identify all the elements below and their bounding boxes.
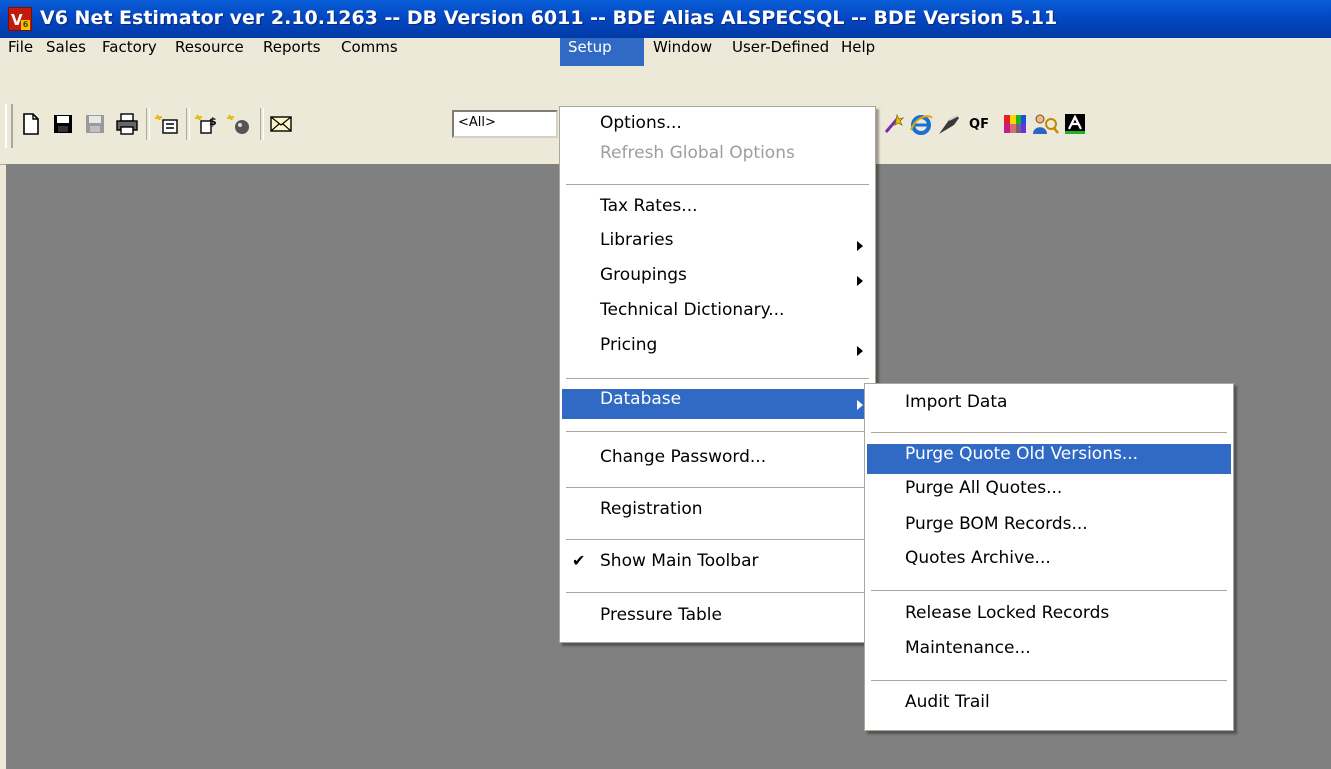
menu-window[interactable]: Window — [647, 38, 718, 66]
menu-item-groupings[interactable]: Groupings — [562, 265, 873, 295]
menu-item-import-data[interactable]: Import Data — [867, 392, 1231, 422]
menu-item-options[interactable]: Options... — [562, 113, 873, 143]
menu-sales[interactable]: Sales — [40, 38, 92, 66]
menu-item-pricing[interactable]: Pricing — [562, 335, 873, 365]
menu-item-quotes-archive[interactable]: Quotes Archive... — [867, 548, 1231, 578]
menu-item-registration[interactable]: Registration — [562, 499, 873, 529]
quick-find-button[interactable]: QF — [962, 106, 996, 142]
quick-find-icon: QF — [969, 116, 989, 132]
new-wizard-button[interactable] — [224, 106, 254, 142]
menu-item-maintenance[interactable]: Maintenance... — [867, 638, 1231, 668]
menu-separator — [566, 487, 869, 488]
menu-comms[interactable]: Comms — [335, 38, 404, 66]
new-wizard-icon — [226, 114, 249, 134]
menu-item-tax-rates[interactable]: Tax Rates... — [562, 196, 873, 226]
save-all-icon — [86, 115, 104, 133]
submenu-arrow-icon — [857, 241, 863, 251]
menu-item-technical-dictionary[interactable]: Technical Dictionary... — [562, 300, 873, 330]
users-icon — [1033, 114, 1059, 134]
menu-separator — [566, 378, 869, 379]
save-all-button[interactable] — [80, 106, 110, 142]
toolbar-separator — [260, 108, 264, 140]
menu-separator — [566, 431, 869, 432]
filter-combo[interactable]: <All> — [452, 110, 558, 138]
save-icon — [54, 115, 72, 133]
menu-separator — [566, 539, 869, 540]
new-quote-icon — [154, 114, 178, 134]
app-icon-sub: 6 — [21, 20, 30, 30]
new-document-button[interactable] — [16, 106, 46, 142]
menu-item-label: Show Main Toolbar — [600, 551, 759, 571]
menu-separator — [566, 592, 869, 593]
menu-item-libraries[interactable]: Libraries — [562, 230, 873, 260]
users-button[interactable] — [1030, 106, 1060, 142]
menu-item-label: Libraries — [600, 230, 674, 250]
menu-separator — [871, 680, 1227, 681]
title-bar[interactable]: V6 V6 Net Estimator ver 2.10.1263 -- DB … — [0, 0, 1331, 38]
tools-icon — [939, 115, 959, 134]
database-submenu: Import Data Purge Quote Old Versions... … — [864, 383, 1234, 731]
menu-item-release-locked-records[interactable]: Release Locked Records — [867, 603, 1231, 633]
color-palette-button[interactable] — [1000, 106, 1030, 142]
menu-item-pressure-table[interactable]: Pressure Table — [562, 605, 873, 635]
menu-item-label: Groupings — [600, 265, 687, 285]
checkmark-icon: ✔ — [572, 551, 586, 570]
menu-item-label: Pricing — [600, 335, 658, 355]
new-price-icon: $ — [194, 114, 217, 134]
menu-item-audit-trail[interactable]: Audit Trail — [867, 692, 1231, 722]
menu-item-purge-all-quotes[interactable]: Purge All Quotes... — [867, 478, 1231, 508]
tools-button[interactable] — [934, 106, 964, 142]
print-button[interactable] — [112, 106, 142, 142]
menu-item-refresh-global-options[interactable]: Refresh Global Options — [562, 143, 873, 173]
new-document-icon — [23, 113, 39, 135]
color-palette-icon — [1004, 115, 1026, 133]
menu-help[interactable]: Help — [835, 38, 881, 66]
menu-separator — [566, 184, 869, 185]
submenu-arrow-icon — [857, 276, 863, 286]
menu-factory[interactable]: Factory — [96, 38, 163, 66]
font-icon — [1065, 114, 1085, 134]
svg-text:$: $ — [209, 115, 217, 128]
menu-bar: File Sales Factory Resource Reports Comm… — [0, 38, 1331, 66]
toolbar-separator — [146, 108, 150, 140]
menu-item-purge-bom-records[interactable]: Purge BOM Records... — [867, 514, 1231, 544]
internet-explorer-icon — [910, 115, 933, 135]
menu-separator — [871, 590, 1227, 591]
menu-reports[interactable]: Reports — [257, 38, 327, 66]
save-button[interactable] — [48, 106, 78, 142]
print-icon — [116, 113, 138, 135]
menu-resource[interactable]: Resource — [169, 38, 250, 66]
menu-item-show-main-toolbar[interactable]: ✔ Show Main Toolbar — [562, 551, 873, 581]
menu-file[interactable]: File — [2, 38, 39, 66]
window-title: V6 Net Estimator ver 2.10.1263 -- DB Ver… — [40, 7, 1058, 29]
email-icon — [270, 116, 292, 132]
submenu-arrow-icon — [857, 346, 863, 356]
app-icon[interactable]: V6 — [8, 7, 32, 31]
wand-icon — [884, 113, 905, 133]
toolbar-grip[interactable] — [5, 104, 13, 148]
menu-setup[interactable]: Setup — [560, 38, 644, 66]
menu-user-defined[interactable]: User-Defined — [726, 38, 835, 66]
wand-button[interactable] — [878, 106, 908, 142]
setup-menu: Options... Refresh Global Options Tax Ra… — [559, 106, 876, 643]
new-quote-button[interactable] — [152, 106, 182, 142]
internet-explorer-button[interactable] — [906, 106, 936, 142]
new-price-button[interactable]: $ — [192, 106, 222, 142]
menu-item-change-password[interactable]: Change Password... — [562, 447, 873, 477]
font-button[interactable] — [1060, 106, 1090, 142]
submenu-arrow-icon — [857, 400, 863, 410]
email-button[interactable] — [266, 106, 296, 142]
menu-item-database[interactable]: Database — [562, 389, 873, 419]
menu-item-label: Database — [600, 389, 682, 409]
menu-separator — [871, 432, 1227, 433]
toolbar-separator — [186, 108, 190, 140]
menu-item-purge-quote-old-versions[interactable]: Purge Quote Old Versions... — [867, 444, 1231, 474]
